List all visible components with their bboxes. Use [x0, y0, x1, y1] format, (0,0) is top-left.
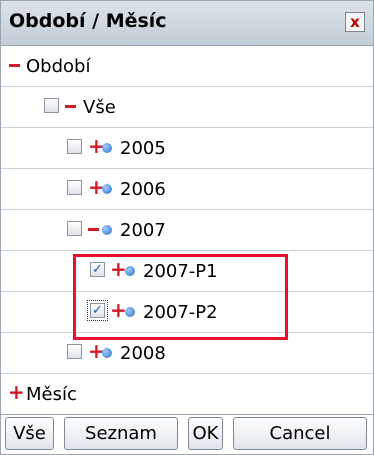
- node-dot-icon: [102, 143, 112, 153]
- cancel-button[interactable]: Cancel: [233, 417, 367, 450]
- vse-checkbox[interactable]: [44, 98, 59, 113]
- tree-item-vse[interactable]: Vše: [1, 87, 373, 128]
- tree-label-mesic: Měsíc: [26, 384, 77, 405]
- select-all-button[interactable]: Vše: [5, 417, 54, 450]
- tree-item-mesic[interactable]: + Měsíc: [1, 374, 373, 415]
- tree-item-2007[interactable]: 2007: [1, 210, 373, 251]
- period-month-panel: Období / Měsíc x Období Vše + 2005 + 200…: [0, 0, 374, 455]
- node-dot-icon: [102, 225, 112, 235]
- tree-label-2007: 2007: [120, 220, 166, 241]
- collapse-icon[interactable]: [65, 105, 76, 108]
- tree-label-2006: 2006: [120, 179, 166, 200]
- collapse-icon[interactable]: [88, 228, 99, 231]
- tree-label-obdobi: Období: [26, 56, 91, 77]
- ok-button[interactable]: OK: [188, 417, 223, 450]
- node-dot-icon: [102, 184, 112, 194]
- footer-buttons: Vše Seznam OK Cancel: [1, 413, 373, 454]
- tree-item-2005[interactable]: + 2005: [1, 128, 373, 169]
- panel-title: Období / Měsíc: [9, 10, 167, 32]
- tree-label-2005: 2005: [120, 138, 166, 159]
- year-2005-checkbox[interactable]: [67, 139, 82, 154]
- selection-highlight: [73, 254, 288, 340]
- tree-item-2006[interactable]: + 2006: [1, 169, 373, 210]
- collapse-icon[interactable]: [9, 64, 20, 67]
- node-dot-icon: [102, 348, 112, 358]
- close-icon[interactable]: x: [345, 12, 365, 32]
- panel-header: Období / Měsíc x: [1, 1, 373, 46]
- list-button[interactable]: Seznam: [64, 417, 178, 450]
- tree-item-obdobi[interactable]: Období: [1, 46, 373, 87]
- tree-label-2008: 2008: [120, 343, 166, 364]
- year-2007-checkbox[interactable]: [67, 221, 82, 236]
- tree-label-vse: Vše: [83, 97, 116, 118]
- year-2006-checkbox[interactable]: [67, 180, 82, 195]
- expand-icon[interactable]: +: [8, 382, 25, 402]
- year-2008-checkbox[interactable]: [67, 344, 82, 359]
